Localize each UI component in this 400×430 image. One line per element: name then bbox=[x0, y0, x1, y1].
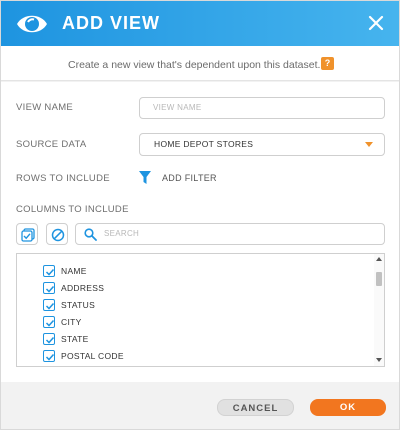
add-filter-button[interactable]: ADD FILTER bbox=[162, 173, 217, 183]
cancel-button[interactable]: CANCEL bbox=[217, 399, 294, 416]
search-icon bbox=[84, 228, 97, 241]
column-name: STATUS bbox=[61, 300, 96, 310]
chevron-down-icon bbox=[365, 142, 373, 147]
scrollbar[interactable] bbox=[374, 254, 384, 366]
select-all-button[interactable] bbox=[16, 223, 38, 245]
subtitle-row: Create a new view that's dependent upon … bbox=[1, 46, 399, 81]
block-icon bbox=[51, 228, 65, 242]
check-icon bbox=[45, 302, 55, 310]
view-name-label: VIEW NAME bbox=[16, 102, 74, 113]
source-data-select[interactable]: HOME DEPOT STORES bbox=[139, 133, 385, 156]
list-item[interactable]: POSTAL CODE bbox=[43, 349, 124, 363]
checkbox[interactable] bbox=[43, 333, 55, 345]
check-icon bbox=[45, 268, 55, 276]
dialog-footer: CANCEL OK bbox=[1, 382, 399, 429]
scroll-down-icon[interactable] bbox=[376, 358, 382, 362]
deselect-all-button[interactable] bbox=[46, 223, 68, 245]
check-icon bbox=[45, 285, 55, 293]
column-name: ADDRESS bbox=[61, 283, 105, 293]
help-icon[interactable]: ? bbox=[321, 57, 334, 70]
list-item[interactable]: CITY bbox=[43, 315, 82, 329]
columns-list: NAME ADDRESS STATUS CITY STATE POSTAL CO… bbox=[16, 253, 385, 367]
dialog-subtitle: Create a new view that's dependent upon … bbox=[68, 59, 321, 71]
view-form: VIEW NAME VIEW NAME SOURCE DATA HOME DEP… bbox=[1, 82, 399, 382]
column-name: CITY bbox=[61, 317, 82, 327]
column-name: STATE bbox=[61, 334, 89, 344]
list-item[interactable]: STATE bbox=[43, 332, 89, 346]
view-name-input[interactable]: VIEW NAME bbox=[139, 97, 385, 119]
list-item[interactable]: STATUS bbox=[43, 298, 95, 312]
source-data-label: SOURCE DATA bbox=[16, 139, 87, 150]
rows-to-include-label: ROWS TO INCLUDE bbox=[16, 173, 110, 184]
column-name: POSTAL CODE bbox=[61, 351, 124, 361]
eye-icon bbox=[17, 15, 47, 33]
list-item[interactable]: ADDRESS bbox=[43, 281, 104, 295]
close-icon[interactable] bbox=[367, 14, 385, 32]
check-icon bbox=[45, 319, 55, 327]
ok-button[interactable]: OK bbox=[310, 399, 386, 416]
column-name: NAME bbox=[61, 266, 87, 276]
check-icon bbox=[45, 353, 55, 361]
dialog-header: ADD VIEW bbox=[1, 1, 399, 46]
checkbox[interactable] bbox=[43, 316, 55, 328]
check-icon bbox=[45, 336, 55, 344]
select-all-icon bbox=[21, 228, 35, 242]
checkbox[interactable] bbox=[43, 265, 55, 277]
source-data-value: HOME DEPOT STORES bbox=[154, 139, 254, 149]
scroll-thumb[interactable] bbox=[376, 272, 382, 286]
scroll-up-icon[interactable] bbox=[376, 257, 382, 261]
filter-icon[interactable] bbox=[139, 171, 151, 184]
checkbox[interactable] bbox=[43, 350, 55, 362]
checkbox[interactable] bbox=[43, 282, 55, 294]
columns-to-include-label: COLUMNS TO INCLUDE bbox=[16, 204, 129, 215]
dialog-title: ADD VIEW bbox=[62, 13, 160, 33]
list-item[interactable]: NAME bbox=[43, 264, 87, 278]
add-view-dialog: ADD VIEW Create a new view that's depend… bbox=[0, 0, 400, 430]
search-input[interactable]: SEARCH bbox=[104, 229, 139, 238]
checkbox[interactable] bbox=[43, 299, 55, 311]
column-search[interactable]: SEARCH bbox=[75, 223, 385, 245]
